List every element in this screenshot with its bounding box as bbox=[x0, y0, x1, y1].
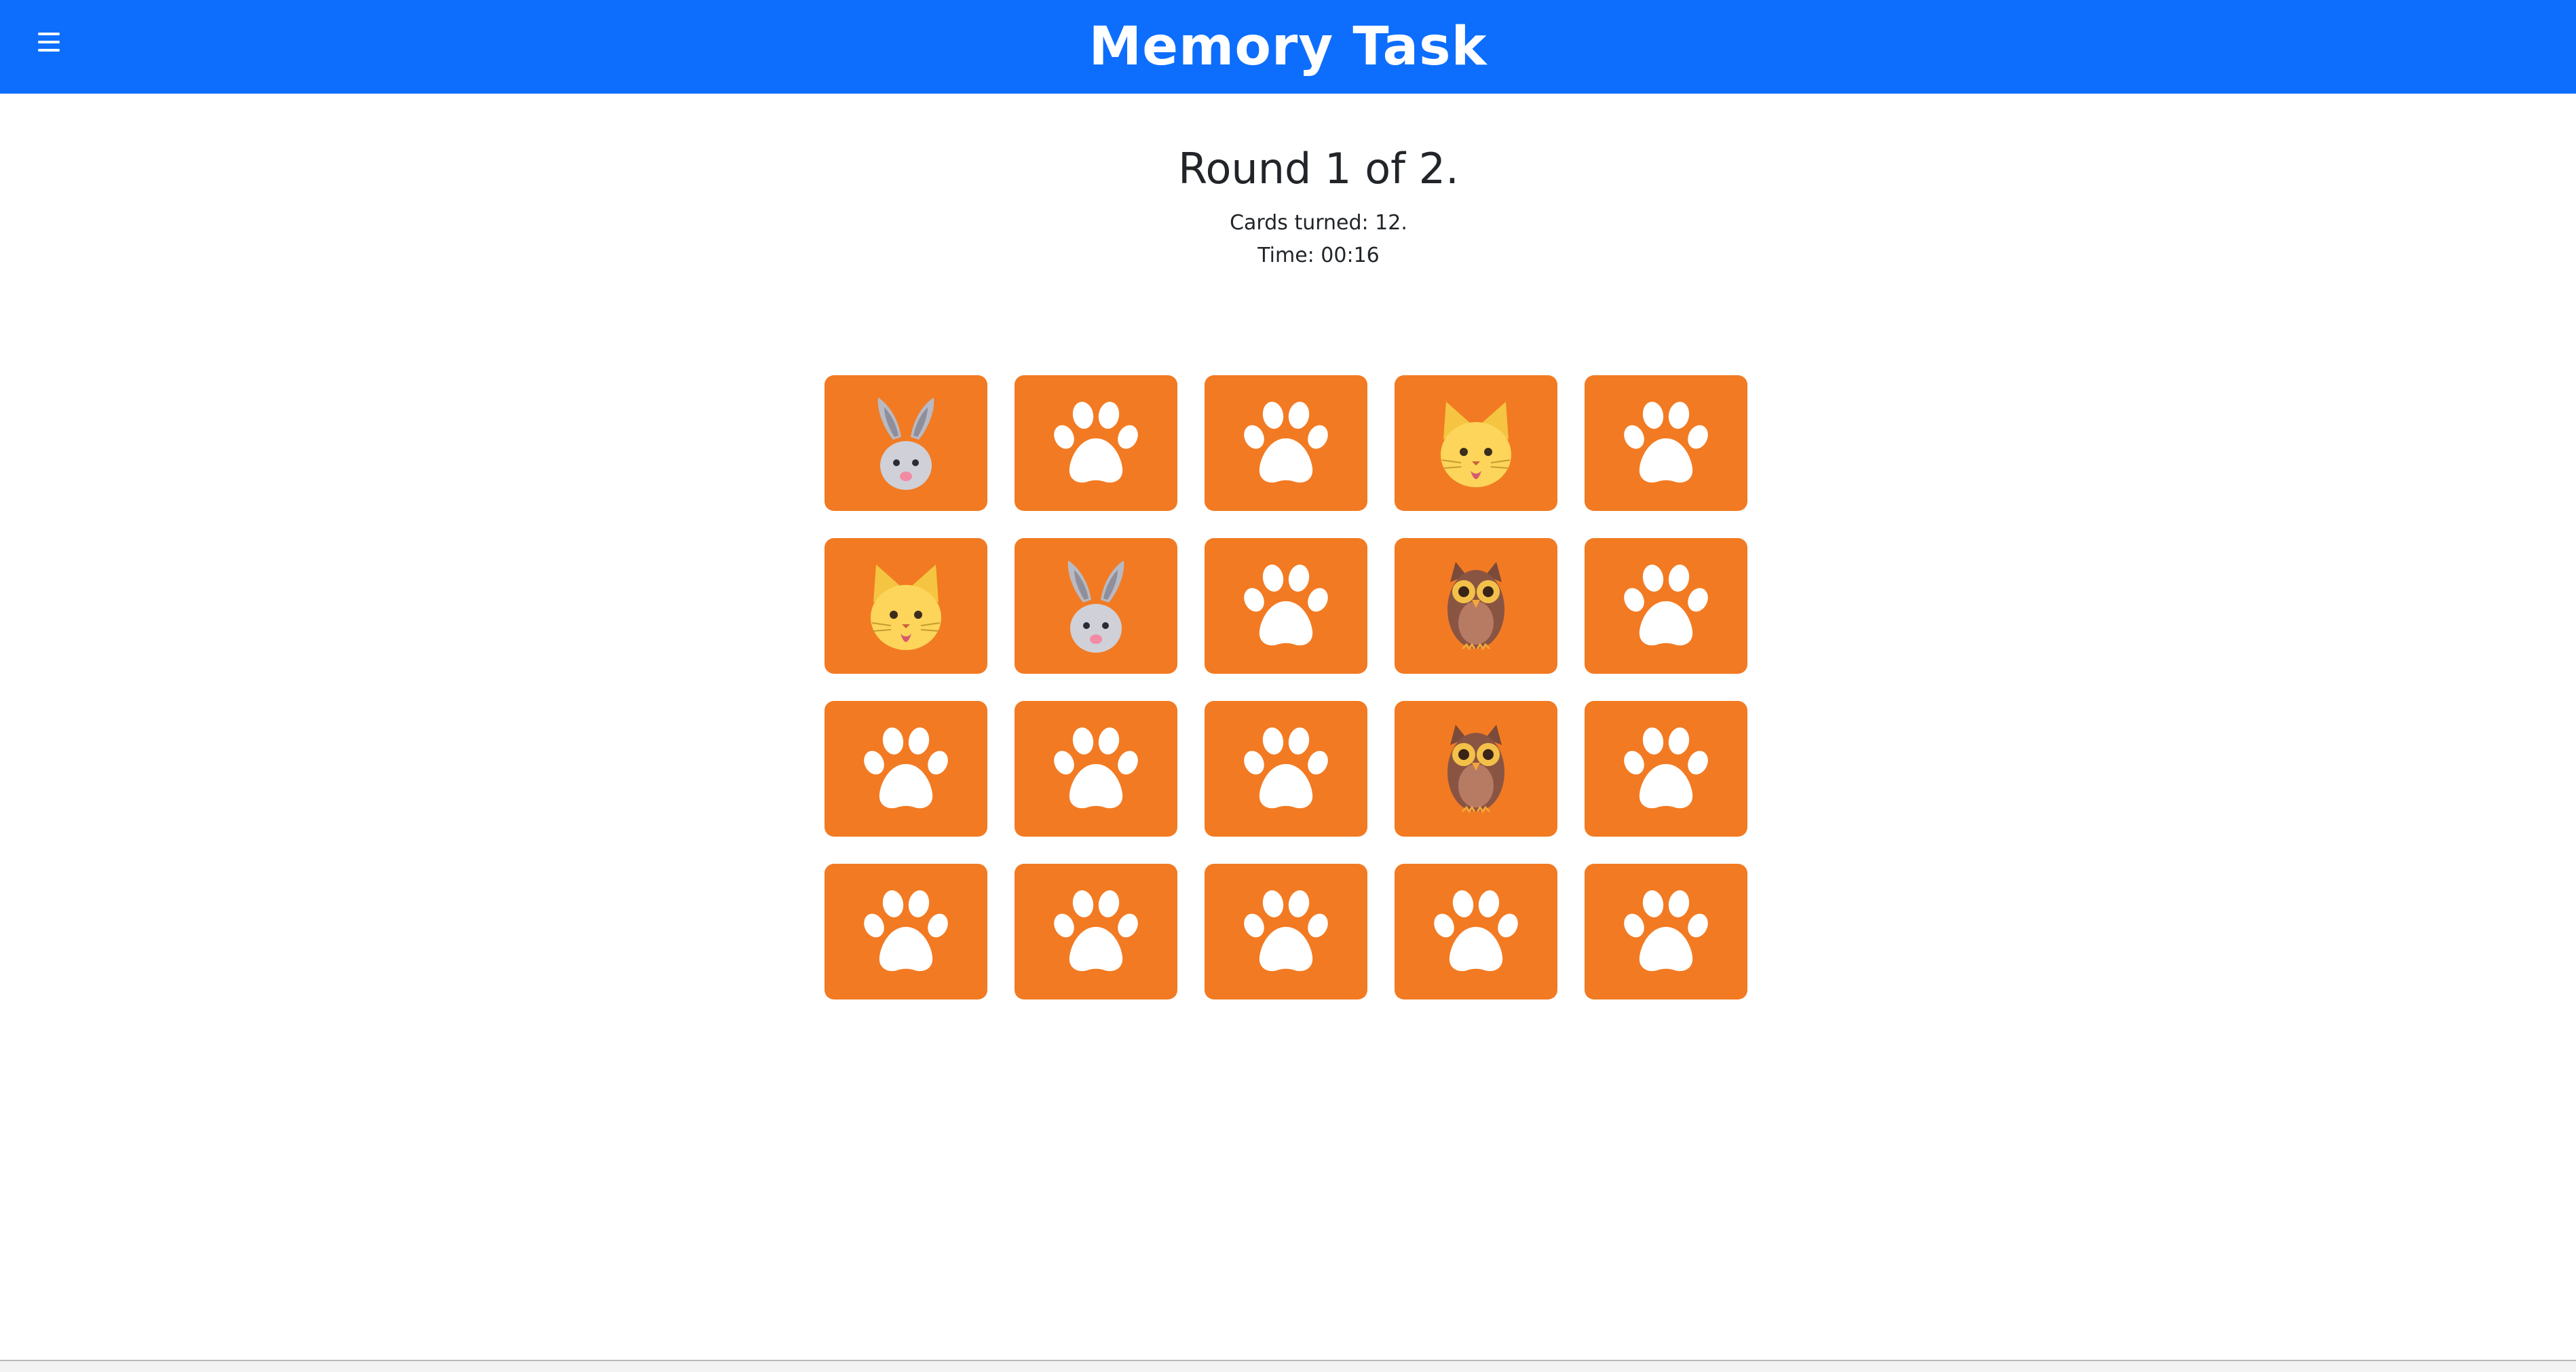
game-status: Round 1 of 2. Cards turned: 12. Time: 00… bbox=[0, 144, 2576, 272]
paw-icon bbox=[1244, 890, 1328, 972]
paw-icon bbox=[1624, 402, 1708, 483]
paw-icon bbox=[864, 890, 948, 972]
navbar: Memory Task bbox=[0, 0, 2576, 94]
rabbit-icon bbox=[877, 398, 934, 490]
memory-card-facedown[interactable] bbox=[1205, 701, 1367, 837]
memory-card-facedown[interactable] bbox=[825, 701, 987, 837]
memory-card-facedown[interactable] bbox=[1205, 864, 1367, 999]
memory-card-facedown[interactable] bbox=[1015, 701, 1177, 837]
paw-icon bbox=[1624, 890, 1708, 972]
memory-card-facedown[interactable] bbox=[1395, 864, 1557, 999]
memory-card-rabbit[interactable] bbox=[825, 375, 987, 511]
owl-icon bbox=[1447, 562, 1504, 651]
memory-card-facedown[interactable] bbox=[1205, 538, 1367, 674]
paw-icon bbox=[1244, 565, 1328, 646]
memory-card-rabbit[interactable] bbox=[1015, 538, 1177, 674]
memory-card-facedown[interactable] bbox=[1585, 375, 1747, 511]
paw-icon bbox=[1624, 565, 1708, 646]
paw-icon bbox=[1054, 402, 1138, 483]
timer: Time: 00:16 bbox=[1257, 244, 1380, 268]
memory-card-owl[interactable] bbox=[1395, 538, 1557, 674]
rabbit-icon bbox=[1067, 560, 1124, 653]
hamburger-menu-icon[interactable] bbox=[35, 28, 62, 56]
memory-card-facedown[interactable] bbox=[1585, 538, 1747, 674]
cards-turned-counter: Cards turned: 12. bbox=[1230, 211, 1407, 235]
round-indicator: Round 1 of 2. bbox=[1178, 144, 1459, 193]
paw-icon bbox=[1054, 890, 1138, 972]
paw-icon bbox=[1244, 727, 1328, 809]
cat-icon bbox=[871, 565, 941, 650]
paw-icon bbox=[1244, 402, 1328, 483]
paw-icon bbox=[864, 727, 948, 809]
paw-icon bbox=[1434, 890, 1518, 972]
card-grid bbox=[825, 375, 1747, 999]
memory-card-facedown[interactable] bbox=[1585, 701, 1747, 837]
memory-card-facedown[interactable] bbox=[1205, 375, 1367, 511]
memory-card-facedown[interactable] bbox=[1585, 864, 1747, 999]
memory-card-facedown[interactable] bbox=[1015, 864, 1177, 999]
paw-icon bbox=[1054, 727, 1138, 809]
memory-card-owl[interactable] bbox=[1395, 701, 1557, 837]
cat-icon bbox=[1441, 402, 1511, 487]
bottom-strip bbox=[0, 1360, 2576, 1372]
owl-icon bbox=[1447, 725, 1504, 814]
memory-card-facedown[interactable] bbox=[1015, 375, 1177, 511]
memory-card-cat[interactable] bbox=[1395, 375, 1557, 511]
app-title: Memory Task bbox=[1088, 16, 1488, 77]
paw-icon bbox=[1624, 727, 1708, 809]
memory-card-cat[interactable] bbox=[825, 538, 987, 674]
memory-card-facedown[interactable] bbox=[825, 864, 987, 999]
